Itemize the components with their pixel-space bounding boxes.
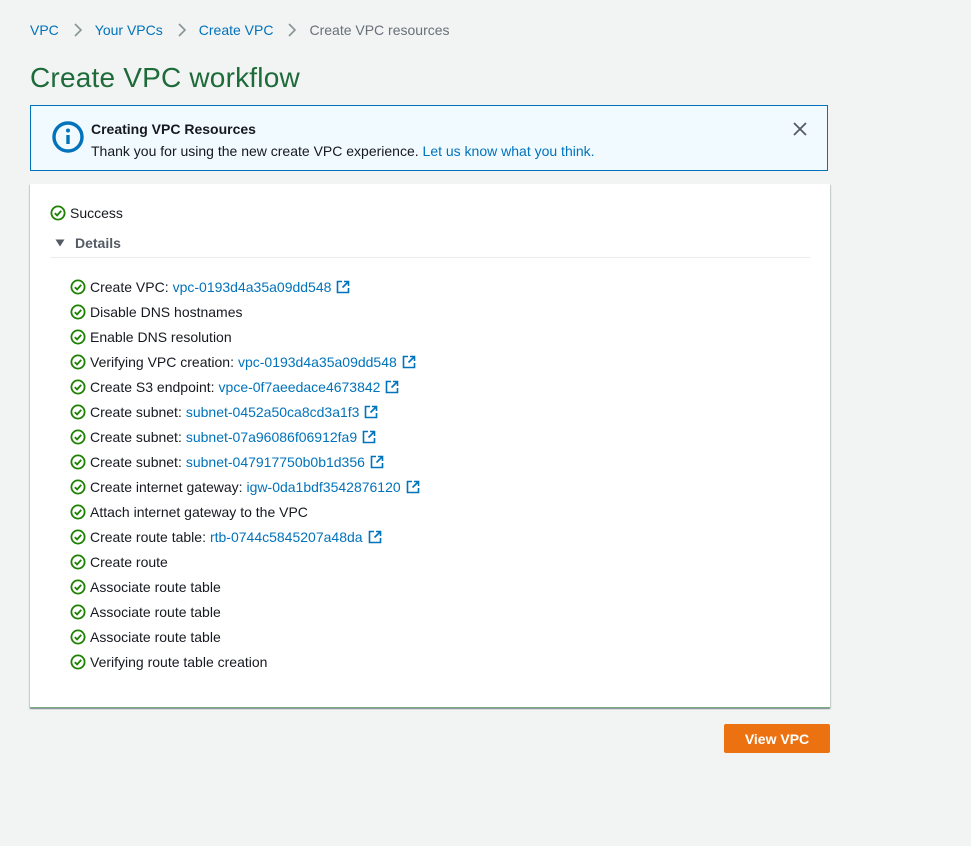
check-circle-icon xyxy=(70,504,86,519)
step-label: Associate route table xyxy=(90,578,221,595)
step-label: Create route xyxy=(90,553,168,570)
external-link-icon[interactable] xyxy=(336,280,350,294)
steps-list: Create VPC: vpc-0193d4a35a09dd548 Disable … xyxy=(70,274,420,674)
external-link-icon[interactable] xyxy=(364,405,378,419)
step-label: Attach internet gateway to the VPC xyxy=(90,503,308,520)
view-vpc-button[interactable]: View VPC xyxy=(724,724,830,753)
step-label: Associate route table xyxy=(90,603,221,620)
check-circle-icon xyxy=(70,629,86,644)
step-item: Create subnet: subnet-047917750b0b1d356 xyxy=(70,449,420,474)
check-circle-icon xyxy=(70,454,86,469)
flash-title: Creating VPC Resources xyxy=(91,121,256,137)
details-label: Details xyxy=(75,235,121,251)
step-item: Associate route table xyxy=(70,599,420,624)
external-link-icon[interactable] xyxy=(385,380,399,394)
step-label: Verifying route table creation xyxy=(90,653,268,670)
check-circle-icon xyxy=(50,205,66,221)
step-item: Create S3 endpoint: vpce-0f7aeedace467384… xyxy=(70,374,420,399)
details-divider xyxy=(50,257,810,258)
resource-id-link[interactable]: subnet-0452a50ca8cd3a1f3 xyxy=(186,404,360,420)
close-icon[interactable] xyxy=(791,120,809,138)
info-flash-banner: Creating VPC Resources Thank you for usi… xyxy=(30,105,828,171)
step-item: Associate route table xyxy=(70,574,420,599)
step-label: Create internet gateway: xyxy=(90,478,243,495)
check-circle-icon xyxy=(70,529,86,544)
resource-id-link[interactable]: rtb-0744c5845207a48da xyxy=(210,529,363,545)
resource-id-link[interactable]: subnet-07a96086f06912fa9 xyxy=(186,429,357,445)
chevron-right-icon xyxy=(287,20,297,40)
step-item: Associate route table xyxy=(70,624,420,649)
step-item: Create route xyxy=(70,549,420,574)
step-item: Verifying VPC creation: vpc-0193d4a35a09d… xyxy=(70,349,420,374)
resource-id-link[interactable]: subnet-047917750b0b1d356 xyxy=(186,454,365,470)
step-label: Disable DNS hostnames xyxy=(90,303,243,320)
step-item: Create VPC: vpc-0193d4a35a09dd548 xyxy=(70,274,420,299)
breadcrumb-vpc[interactable]: VPC xyxy=(30,22,59,38)
check-circle-icon xyxy=(70,479,86,494)
check-circle-icon xyxy=(70,379,86,394)
external-link-icon[interactable] xyxy=(370,455,384,469)
info-circle-icon xyxy=(51,120,85,154)
resource-id-link[interactable]: vpc-0193d4a35a09dd548 xyxy=(238,354,397,370)
resource-id-link[interactable]: vpce-0f7aeedace4673842 xyxy=(219,379,381,395)
breadcrumb-your-vpcs[interactable]: Your VPCs xyxy=(95,22,163,38)
chevron-right-icon xyxy=(177,20,187,40)
check-circle-icon xyxy=(70,554,86,569)
check-circle-icon xyxy=(70,429,86,444)
breadcrumb-create-vpc[interactable]: Create VPC xyxy=(199,22,274,38)
step-label: Create subnet: xyxy=(90,428,182,445)
step-item: Enable DNS resolution xyxy=(70,324,420,349)
external-link-icon[interactable] xyxy=(402,355,416,369)
check-circle-icon xyxy=(70,329,86,344)
caret-down-icon xyxy=(55,239,65,247)
step-label: Create VPC: xyxy=(90,278,169,295)
resource-id-link[interactable]: igw-0da1bdf3542876120 xyxy=(247,479,401,495)
resource-id-link[interactable]: vpc-0193d4a35a09dd548 xyxy=(173,279,332,295)
workflow-results-panel: Success Details Create VPC: vpc-0193d4a35… xyxy=(30,184,830,708)
step-label: Verifying VPC creation: xyxy=(90,353,234,370)
step-label: Create subnet: xyxy=(90,453,182,470)
step-item: Verifying route table creation xyxy=(70,649,420,674)
step-item: Create route table: rtb-0744c5845207a48da xyxy=(70,524,420,549)
step-label: Enable DNS resolution xyxy=(90,328,232,345)
external-link-icon[interactable] xyxy=(406,480,420,494)
step-item: Disable DNS hostnames xyxy=(70,299,420,324)
check-circle-icon xyxy=(70,404,86,419)
check-circle-icon xyxy=(70,354,86,369)
flash-message: Thank you for using the new create VPC e… xyxy=(91,143,595,159)
breadcrumb: VPC Your VPCs Create VPC Create VPC reso… xyxy=(30,20,450,40)
step-item: Create subnet: subnet-07a96086f06912fa9 xyxy=(70,424,420,449)
page-title: Create VPC workflow xyxy=(30,62,300,93)
breadcrumb-current: Create VPC resources xyxy=(309,22,450,38)
step-label: Create subnet: xyxy=(90,403,182,420)
feedback-link[interactable]: Let us know what you think. xyxy=(423,143,595,159)
step-label: Create route table: xyxy=(90,528,206,545)
check-circle-icon xyxy=(70,279,86,294)
external-link-icon[interactable] xyxy=(368,530,382,544)
step-item: Create internet gateway: igw-0da1bdf35428… xyxy=(70,474,420,499)
details-toggle[interactable]: Details xyxy=(55,234,121,252)
external-link-icon[interactable] xyxy=(362,430,376,444)
flash-message-text: Thank you for using the new create VPC e… xyxy=(91,143,419,159)
step-item: Attach internet gateway to the VPC xyxy=(70,499,420,524)
step-item: Create subnet: subnet-0452a50ca8cd3a1f3 xyxy=(70,399,420,424)
check-circle-icon xyxy=(70,604,86,619)
success-label: Success xyxy=(70,205,123,221)
check-circle-icon xyxy=(70,654,86,669)
step-label: Create S3 endpoint: xyxy=(90,378,215,395)
check-circle-icon xyxy=(70,579,86,594)
panel-bottom-border xyxy=(30,707,830,708)
chevron-right-icon xyxy=(73,20,83,40)
check-circle-icon xyxy=(70,304,86,319)
step-label: Associate route table xyxy=(90,628,221,645)
success-status: Success xyxy=(50,204,123,222)
